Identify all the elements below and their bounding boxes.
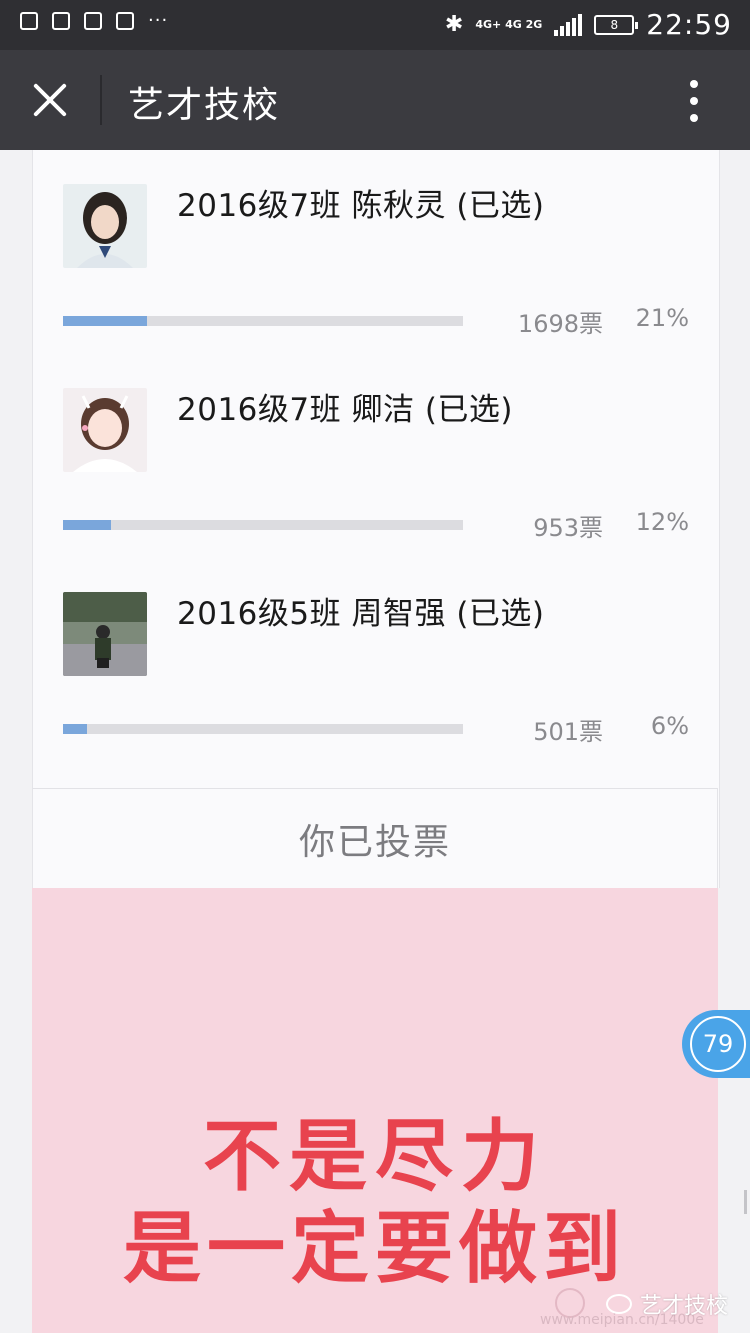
poll-option[interactable]: 2016级7班 陈秋灵 (已选) 1698票 21%: [33, 150, 719, 354]
vote-progress-fill: [63, 316, 147, 326]
close-icon[interactable]: [30, 80, 70, 120]
status-bar: ··· ✱ 4G+ 4G 2G 8 22:59: [0, 0, 750, 50]
vote-count: 501票: [533, 718, 603, 746]
floating-counter-button[interactable]: 79: [682, 1010, 750, 1078]
scrollbar[interactable]: [744, 1190, 747, 1214]
vote-percent: 21%: [635, 304, 689, 332]
vote-count: 953票: [533, 514, 603, 542]
vote-progress-bar: [63, 724, 463, 734]
avatar: [63, 184, 147, 268]
image-icon: [52, 12, 70, 30]
voted-status-label: 你已投票: [298, 822, 451, 863]
voted-status-button[interactable]: 你已投票: [32, 788, 718, 888]
app-grid-icon: [84, 12, 102, 30]
network-type: 4G+ 4G 2G: [475, 17, 543, 31]
vote-progress-bar: [63, 316, 463, 326]
vote-percent: 6%: [650, 712, 689, 740]
option-label: 2016级7班 卿洁 (已选): [177, 392, 514, 428]
vote-percent: 12%: [635, 508, 689, 536]
status-right: ✱ 4G+ 4G 2G 8 22:59: [445, 8, 732, 41]
watermark: 艺才技校: [605, 1288, 728, 1320]
page-title: 艺才技校: [128, 85, 281, 126]
signal-icon: [554, 13, 583, 36]
wechat-icon: [605, 1294, 632, 1314]
nav-bar: 艺才技校: [0, 50, 750, 150]
avatar: [63, 592, 147, 676]
vote-progress-bar: [63, 520, 463, 530]
watermark-name: 艺才技校: [639, 1294, 728, 1319]
vote-progress-fill: [63, 520, 111, 530]
poll-card: 2016级7班 陈秋灵 (已选) 1698票 21% 2016级7班 卿洁 (已…: [32, 150, 720, 888]
clock: 22:59: [646, 8, 732, 41]
vote-count: 1698票: [517, 310, 603, 338]
battery-icon: 8: [594, 14, 639, 35]
option-label: 2016级7班 陈秋灵 (已选): [177, 188, 545, 224]
headset-icon: [116, 12, 134, 30]
option-label: 2016级5班 周智强 (已选): [177, 596, 545, 632]
bluetooth-icon: ✱: [444, 12, 464, 37]
poll-option[interactable]: 2016级5班 周智强 (已选) 501票 6%: [33, 558, 719, 762]
alert-icon: [20, 12, 38, 30]
poll-option[interactable]: 2016级7班 卿洁 (已选) 953票 12%: [33, 354, 719, 558]
more-notifications-icon: ···: [148, 10, 169, 31]
notification-icons: ···: [20, 12, 168, 30]
floating-counter-value: 79: [690, 1016, 746, 1072]
nav-divider: [100, 75, 102, 125]
avatar: [63, 388, 147, 472]
motivational-poster: 不是尽力 是一定要做到: [32, 888, 718, 1333]
poster-subline: 是一定要做到: [122, 1204, 627, 1294]
vote-progress-fill: [63, 724, 87, 734]
more-menu-icon[interactable]: [686, 80, 702, 124]
